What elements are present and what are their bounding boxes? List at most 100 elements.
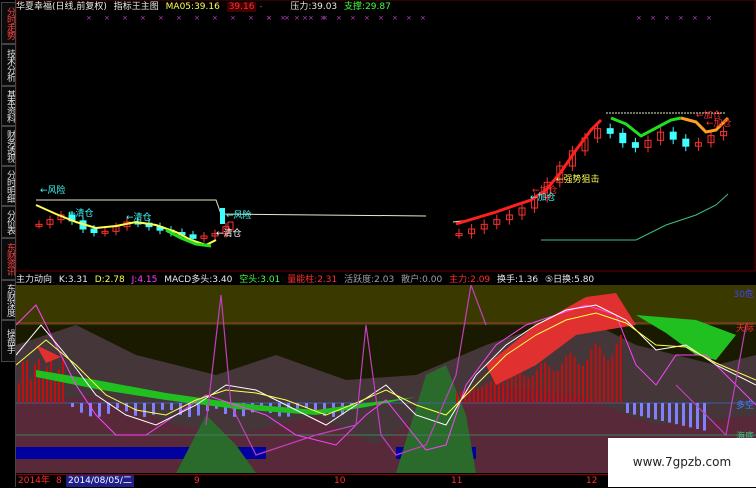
marker: × <box>140 14 146 22</box>
sidebar-tab-1[interactable]: 技术分析 <box>1 44 16 86</box>
d-value: 2.78 <box>104 275 125 285</box>
marker: × <box>364 14 370 22</box>
sidebar-tab-6[interactable]: 东财资讯 <box>1 238 16 280</box>
energy-bar <box>472 389 475 403</box>
energy-value: 2.31 <box>317 275 338 285</box>
energy-bar <box>485 383 488 403</box>
day-turnover-label: ⑤日换: <box>545 275 575 285</box>
k-value: 3.31 <box>67 275 88 285</box>
sidebar-tab-8[interactable]: 操盘手 <box>1 320 16 362</box>
marker: × <box>266 14 272 22</box>
energy-bar <box>603 355 605 403</box>
month-tick-11: 11 <box>451 476 463 486</box>
energy-bar <box>34 364 36 403</box>
energy-bar-neg <box>661 403 664 421</box>
energy-bar <box>477 388 479 403</box>
side-tabbar: 分时走势 技术分析 基本资料 财务透视 分时明细 分价表 东财资讯 东财深度 操盘手 <box>0 0 16 487</box>
annotation-danger2: ←风险 <box>226 209 252 221</box>
level-top: 30危 <box>733 290 754 300</box>
main-value: 2.09 <box>470 275 491 285</box>
energy-bar <box>30 379 32 403</box>
energy-bar-neg <box>682 403 685 426</box>
energy-bar-neg <box>675 403 678 425</box>
energy-bar <box>42 376 44 403</box>
marker: × <box>230 14 236 22</box>
energy-bar-neg <box>143 403 146 417</box>
sub-title[interactable]: 主力动向 <box>16 275 52 285</box>
ma-red-2 <box>455 118 603 226</box>
sidebar-tab-7[interactable]: 东财深度 <box>1 280 16 320</box>
energy-bar <box>456 393 458 403</box>
energy-bar <box>611 355 614 403</box>
energy-bar <box>590 349 593 403</box>
energy-bar <box>523 375 526 403</box>
energy-bar <box>615 344 618 403</box>
energy-bar <box>556 370 559 403</box>
energy-bar-neg <box>668 403 671 423</box>
annotation-add4: ←加仓 <box>706 117 732 129</box>
sidebar-tab-2[interactable]: 基本资料 <box>1 86 16 126</box>
energy-bar <box>565 355 568 403</box>
marker: × <box>636 14 642 22</box>
sidebar-tab-4[interactable]: 分时明细 <box>1 166 16 206</box>
energy-bar <box>569 352 572 403</box>
annotation-clear2: ←清仓 <box>126 211 152 223</box>
energy-label: 量能柱: <box>287 275 318 285</box>
sidebar-tab-5[interactable]: 分价表 <box>1 206 16 238</box>
energy-bar <box>50 358 52 403</box>
marker: × <box>176 14 182 22</box>
marker: × <box>650 14 656 22</box>
active-label: 活跃度: <box>344 275 375 285</box>
active-value: 2.03 <box>374 275 395 285</box>
energy-bar <box>561 363 563 403</box>
energy-bar-neg <box>647 403 650 418</box>
energy-bar-neg <box>197 403 200 416</box>
marker: × <box>86 14 92 22</box>
energy-bar <box>607 360 610 403</box>
macd-bull-value: 3.40 <box>212 275 233 285</box>
energy-bar <box>582 365 584 403</box>
energy-bar <box>577 363 580 403</box>
energy-bar <box>586 359 589 403</box>
energy-bar-neg <box>640 403 643 417</box>
marker: × <box>322 14 328 22</box>
candle-body <box>682 138 690 147</box>
marker: × <box>280 14 286 22</box>
energy-bar-neg <box>170 403 173 411</box>
marker: × <box>302 14 308 22</box>
sidebar-tab-3[interactable]: 财务透视 <box>1 126 16 166</box>
sidebar-tab-0[interactable]: 分时走势 <box>1 2 16 44</box>
d-label: D: <box>94 275 105 285</box>
energy-bar <box>527 377 530 403</box>
candle-body <box>669 131 677 140</box>
marker: × <box>158 14 164 22</box>
month-tick-12: 12 <box>586 476 598 486</box>
marker: × <box>678 14 684 22</box>
energy-bar-neg <box>80 403 83 413</box>
energy-bar-neg <box>626 403 629 413</box>
energy-bar <box>531 375 534 403</box>
energy-bar <box>519 372 521 403</box>
marker: × <box>706 14 712 22</box>
price-chart[interactable]: × × × × × × × × × × × × × ×× × × × × × × × × × × × × × × × × ×←风险←清仓 ←清… <box>16 0 756 272</box>
annotation-danger1: ←风险 <box>40 184 66 196</box>
marker: × <box>248 14 254 22</box>
marker: × <box>392 14 398 22</box>
month-tick-8: 8 <box>56 476 62 486</box>
energy-bar <box>506 380 509 403</box>
candle-body <box>619 132 627 144</box>
day-turnover-value: 5.80 <box>574 275 595 285</box>
marker: × <box>122 14 128 22</box>
marker: × <box>104 14 110 22</box>
candle-body <box>220 208 225 224</box>
energy-bar <box>493 381 496 403</box>
main-label: 主力: <box>449 275 471 285</box>
energy-bar <box>26 360 28 403</box>
selected-date[interactable]: 2014/08/05/二 <box>66 475 134 487</box>
annotation-clear3: ←清仓 <box>216 227 242 239</box>
annotation-add2: ←加仓 <box>530 191 556 203</box>
energy-bar <box>514 372 517 403</box>
k-label: K: <box>58 275 68 285</box>
energy-bar-neg <box>633 403 636 415</box>
annotation-strong: ←强势狙击 <box>556 173 600 185</box>
